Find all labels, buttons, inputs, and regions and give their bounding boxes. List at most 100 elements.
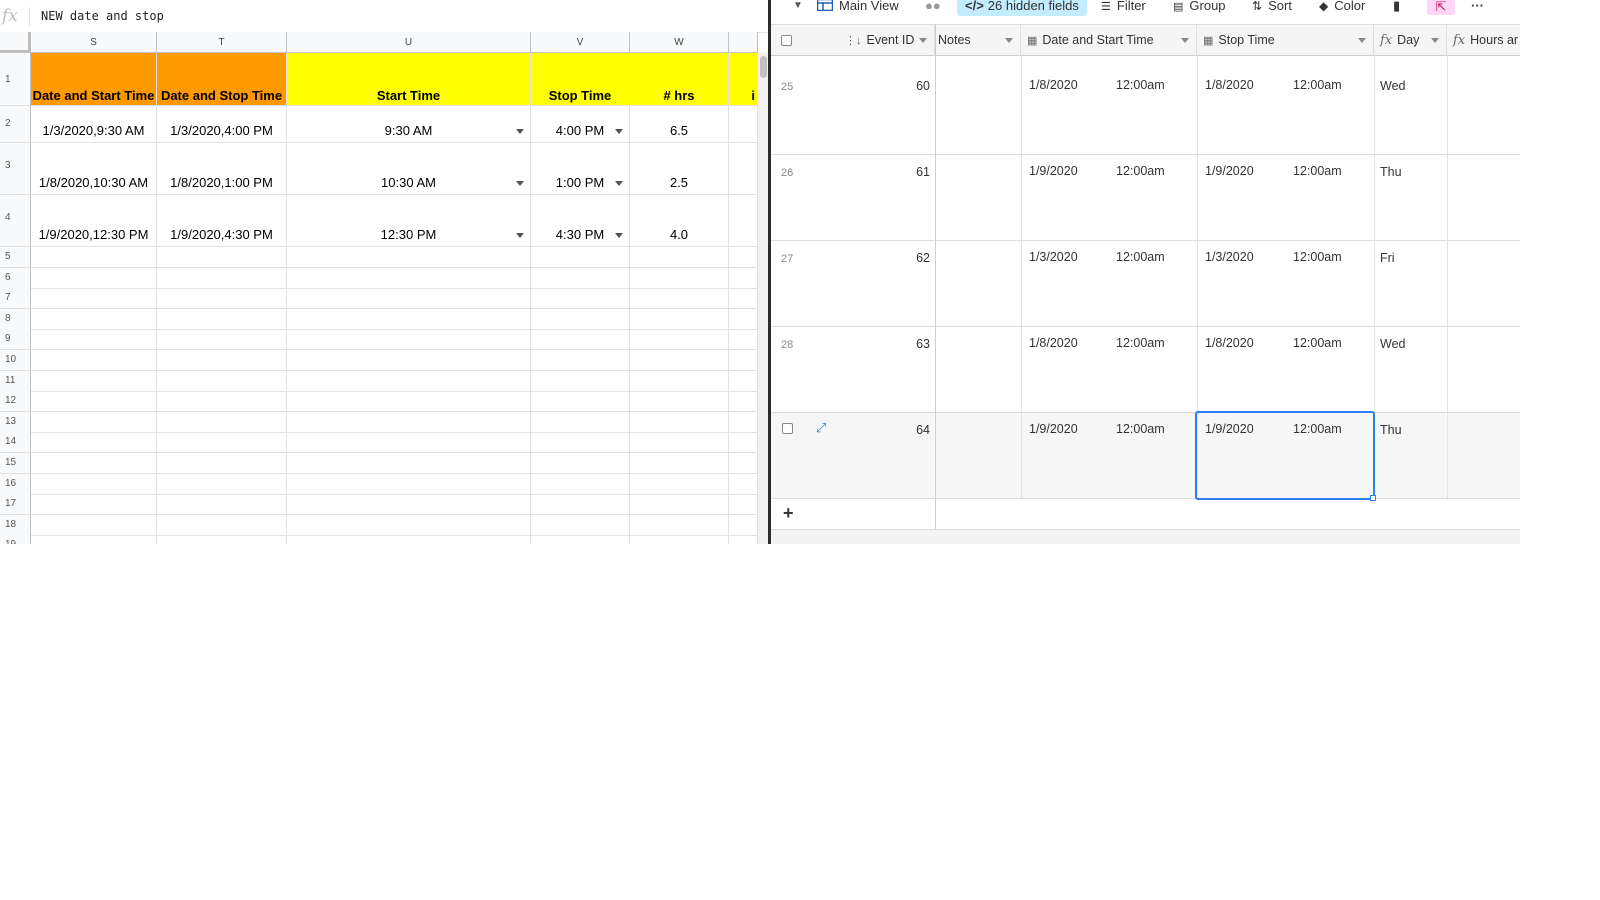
cell-empty[interactable]: [531, 247, 630, 268]
cell-empty[interactable]: [630, 391, 729, 413]
header-cell-date-start[interactable]: Date and Start Time: [31, 53, 157, 106]
row-header-14[interactable]: 14: [0, 432, 31, 454]
cell-empty[interactable]: [531, 308, 630, 330]
cell-empty[interactable]: [531, 329, 630, 351]
cell-empty[interactable]: [630, 267, 729, 289]
row-header-19[interactable]: 19: [0, 535, 31, 544]
cell-empty[interactable]: [531, 411, 630, 433]
column-menu-chevron-icon[interactable]: [1005, 38, 1013, 43]
cell-empty[interactable]: [157, 473, 287, 495]
column-menu-chevron-icon[interactable]: [1431, 38, 1439, 43]
dropdown-arrow-icon[interactable]: [516, 181, 524, 186]
row-header-7[interactable]: 7: [0, 288, 31, 310]
column-header-hours[interactable]: fx Hours ar: [1447, 25, 1520, 56]
cell-empty[interactable]: [287, 473, 531, 495]
cell-empty[interactable]: [630, 308, 729, 330]
cell-empty[interactable]: [531, 288, 630, 310]
cell-empty[interactable]: [729, 267, 758, 289]
cell-stop-time[interactable]: 4:30 PM: [531, 195, 630, 247]
cell-empty[interactable]: [729, 350, 758, 371]
cell-empty[interactable]: [729, 143, 758, 195]
cell-empty[interactable]: [31, 473, 157, 495]
row-header-1[interactable]: 1: [0, 53, 31, 106]
cell-empty[interactable]: [157, 432, 287, 454]
cell-empty[interactable]: [630, 453, 729, 474]
record-row[interactable]: 27 62 1/3/2020 12:00am 1/3/2020 12:00am Fri: [771, 241, 1520, 327]
view-menu-chevron-icon[interactable]: ▼: [793, 0, 803, 16]
dropdown-arrow-icon[interactable]: [615, 233, 623, 238]
cell-empty[interactable]: [31, 514, 157, 536]
cell-empty[interactable]: [31, 267, 157, 289]
cell-empty[interactable]: [31, 453, 157, 474]
row-header-13[interactable]: 13: [0, 411, 31, 433]
cell-empty[interactable]: [531, 370, 630, 392]
row-header-3[interactable]: 3: [0, 143, 31, 195]
cell-empty[interactable]: [729, 391, 758, 413]
cell-empty[interactable]: [287, 432, 531, 454]
select-all-corner[interactable]: [0, 32, 31, 53]
cell-date-start[interactable]: 1/9/2020,12:30 PM: [31, 195, 157, 247]
row-header-17[interactable]: 17: [0, 494, 31, 516]
cell-empty[interactable]: [287, 411, 531, 433]
row-checkbox[interactable]: [782, 423, 793, 434]
cell-hrs[interactable]: 2.5: [630, 143, 729, 195]
cell-empty[interactable]: [630, 411, 729, 433]
cell-empty[interactable]: [729, 308, 758, 330]
cell-empty[interactable]: [31, 288, 157, 310]
cell-empty[interactable]: [31, 370, 157, 392]
cell-date-stop[interactable]: 1/3/2020,4:00 PM: [157, 106, 287, 143]
add-record-row[interactable]: +: [771, 500, 1520, 530]
cell-date-stop[interactable]: 1/8/2020,1:00 PM: [157, 143, 287, 195]
cell-empty[interactable]: [630, 247, 729, 268]
cell-empty[interactable]: [31, 247, 157, 268]
record-row[interactable]: 25 60 1/8/2020 12:00am 1/8/2020 12:00am Wed: [771, 69, 1520, 155]
column-header-event-id[interactable]: ⋮↓ Event ID: [839, 25, 935, 56]
cell-empty[interactable]: [157, 494, 287, 516]
cell-empty[interactable]: [31, 350, 157, 371]
cell-empty[interactable]: [630, 370, 729, 392]
column-menu-chevron-icon[interactable]: [1358, 38, 1366, 43]
row-header-5[interactable]: 5: [0, 247, 31, 268]
row-header-11[interactable]: 11: [0, 370, 31, 392]
formula-input[interactable]: NEW date and stop: [41, 9, 164, 23]
cell-empty[interactable]: [729, 247, 758, 268]
cell-empty[interactable]: [531, 350, 630, 371]
column-header-s[interactable]: S: [31, 32, 157, 53]
cell-empty[interactable]: [31, 494, 157, 516]
row-header-8[interactable]: 8: [0, 308, 31, 330]
dropdown-arrow-icon[interactable]: [516, 233, 524, 238]
cell-empty[interactable]: [729, 370, 758, 392]
cell-empty[interactable]: [157, 370, 287, 392]
cell-empty[interactable]: [157, 514, 287, 536]
cell-empty[interactable]: [157, 535, 287, 544]
cell-empty[interactable]: [531, 514, 630, 536]
cell-empty[interactable]: [287, 350, 531, 371]
cell-empty[interactable]: [531, 494, 630, 516]
record-row[interactable]: 28 63 1/8/2020 12:00am 1/8/2020 12:00am Wed: [771, 327, 1520, 413]
record-row[interactable]: ⤢ 64 1/9/2020 12:00am 1/9/2020 12:00am Thu: [771, 413, 1520, 499]
cell-empty[interactable]: [287, 535, 531, 544]
cell-empty[interactable]: [531, 432, 630, 454]
cell-empty[interactable]: [157, 391, 287, 413]
row-header-15[interactable]: 15: [0, 453, 31, 474]
row-header-16[interactable]: 16: [0, 473, 31, 495]
column-header-day[interactable]: fx Day: [1374, 25, 1447, 56]
cell-empty[interactable]: [157, 267, 287, 289]
cell-empty[interactable]: [287, 329, 531, 351]
cell-empty[interactable]: [31, 535, 157, 544]
cell-empty[interactable]: [630, 535, 729, 544]
cell-empty[interactable]: [157, 411, 287, 433]
cell-date-stop[interactable]: 1/9/2020,4:30 PM: [157, 195, 287, 247]
expand-record-icon[interactable]: ⤢: [816, 420, 826, 436]
column-header-t[interactable]: T: [157, 32, 287, 53]
vertical-scrollbar[interactable]: [758, 53, 768, 544]
header-cell-start-time[interactable]: Start Time: [287, 53, 531, 106]
cell-empty[interactable]: [287, 288, 531, 310]
row-header-2[interactable]: 2: [0, 106, 31, 143]
cell-empty[interactable]: [531, 535, 630, 544]
scrollbar-thumb[interactable]: [760, 56, 767, 78]
cell-empty[interactable]: [630, 350, 729, 371]
header-cell-overflow[interactable]: i: [729, 53, 758, 106]
cell-stop-time[interactable]: 1:00 PM: [531, 143, 630, 195]
more-options-icon[interactable]: ···: [1471, 0, 1484, 16]
